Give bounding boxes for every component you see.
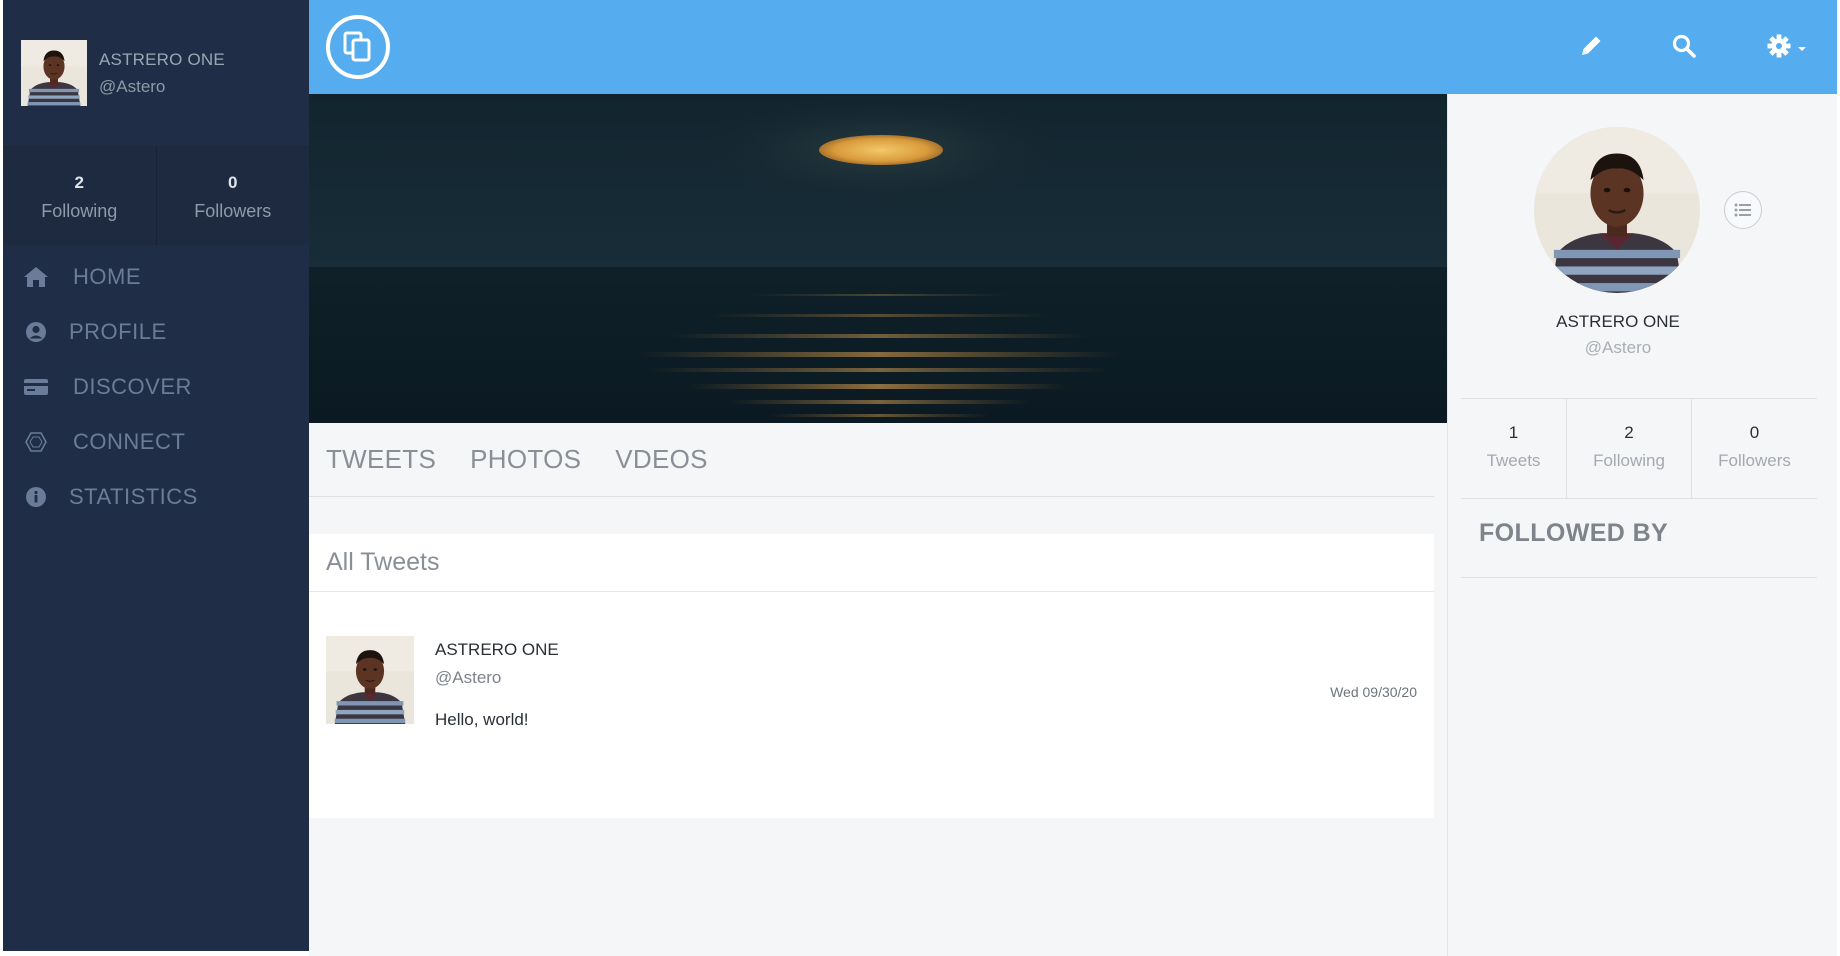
profile-tabs: TWEETS PHOTOS VDEOS (309, 423, 1434, 497)
stat-label: Followers (194, 201, 272, 221)
sidebar-item-home[interactable]: HOME (3, 249, 309, 304)
home-icon (21, 264, 51, 290)
clone-logo-icon[interactable] (326, 15, 390, 79)
card-title: All Tweets (326, 548, 440, 576)
sidebar-item-label: PROFILE (69, 318, 167, 344)
gear-icon[interactable] (1763, 27, 1813, 65)
tweet-text: Hello, world! (435, 710, 529, 729)
profile-stats: 1 Tweets 2 Following 0 Followers (1461, 398, 1817, 499)
profile-handle: @Astero (1584, 338, 1652, 357)
profile-stat-followers[interactable]: 0 Followers (1692, 399, 1817, 498)
sidebar-user-name: ASTRERO ONE (99, 49, 225, 69)
sidebar-item-statistics[interactable]: STATISTICS (3, 469, 309, 524)
tab-photos[interactable]: PHOTOS (470, 444, 581, 475)
info-icon (21, 484, 51, 510)
sidebar-user-handle: @Astero (99, 76, 166, 96)
tweet-item[interactable]: ASTRERO ONE @Astero Hello, world! Wed 09… (309, 592, 1434, 730)
sidebar-item-discover[interactable]: DISCOVER (3, 359, 309, 414)
avatar[interactable] (326, 636, 414, 724)
tweet-author-handle: @Astero (435, 668, 502, 687)
stat-label: Followers (1718, 451, 1791, 470)
tweet-author-name: ASTRERO ONE (435, 640, 559, 659)
tab-videos[interactable]: VDEOS (615, 444, 708, 475)
hexagon-icon (21, 429, 51, 455)
sidebar-stat-following[interactable]: 2 Following (3, 147, 157, 245)
sidebar: ASTRERO ONE @Astero 2 Following 0 Follow… (3, 0, 309, 951)
stat-label: Following (1593, 451, 1665, 470)
main-content: TWEETS PHOTOS VDEOS All Tweets ASTRERO O… (309, 94, 1447, 956)
sidebar-stats: 2 Following 0 Followers (3, 147, 309, 245)
avatar[interactable] (21, 37, 87, 109)
card-header: All Tweets (309, 534, 1434, 592)
profile-stat-following[interactable]: 2 Following (1567, 399, 1692, 498)
top-bar (309, 0, 1837, 94)
cover-image (309, 94, 1447, 423)
stat-value: 0 (228, 173, 238, 192)
stat-label: Following (41, 201, 118, 221)
profile-panel: ASTRERO ONE @Astero 1 Tweets 2 Following… (1447, 94, 1837, 956)
sidebar-item-label: DISCOVER (73, 373, 192, 399)
tweets-card: All Tweets ASTRERO ONE @Astero Hello, wo… (309, 534, 1434, 818)
credit-card-icon (21, 374, 51, 400)
app-window: ASTRERO ONE @Astero 2 Following 0 Follow… (0, 0, 1840, 956)
sidebar-stat-followers[interactable]: 0 Followers (157, 147, 310, 245)
tab-tweets[interactable]: TWEETS (326, 444, 436, 475)
pencil-icon[interactable] (1571, 27, 1611, 65)
sidebar-user-card[interactable]: ASTRERO ONE @Astero (3, 0, 309, 147)
sidebar-item-label: CONNECT (73, 428, 186, 454)
sidebar-item-label: HOME (73, 263, 141, 289)
stat-value: 1 (1508, 423, 1519, 442)
sidebar-item-profile[interactable]: PROFILE (3, 304, 309, 359)
profile-name: ASTRERO ONE (1556, 312, 1680, 331)
profile-stat-tweets[interactable]: 1 Tweets (1461, 399, 1567, 498)
stat-value: 2 (74, 173, 84, 192)
tweet-date: Wed 09/30/20 (1330, 684, 1417, 700)
stat-value: 2 (1624, 423, 1634, 442)
sidebar-item-connect[interactable]: CONNECT (3, 414, 309, 469)
stat-value: 0 (1749, 423, 1760, 442)
user-circle-icon (21, 319, 51, 345)
profile-avatar[interactable] (1534, 127, 1700, 293)
sidebar-nav: HOME PROFILE DISCOVER CONNECT STATISTICS (3, 245, 309, 524)
sidebar-item-label: STATISTICS (69, 483, 198, 509)
stat-label: Tweets (1486, 451, 1541, 470)
list-icon[interactable] (1724, 191, 1762, 229)
search-icon[interactable] (1664, 27, 1704, 65)
followed-by-heading: FOLLOWED BY (1461, 499, 1817, 578)
